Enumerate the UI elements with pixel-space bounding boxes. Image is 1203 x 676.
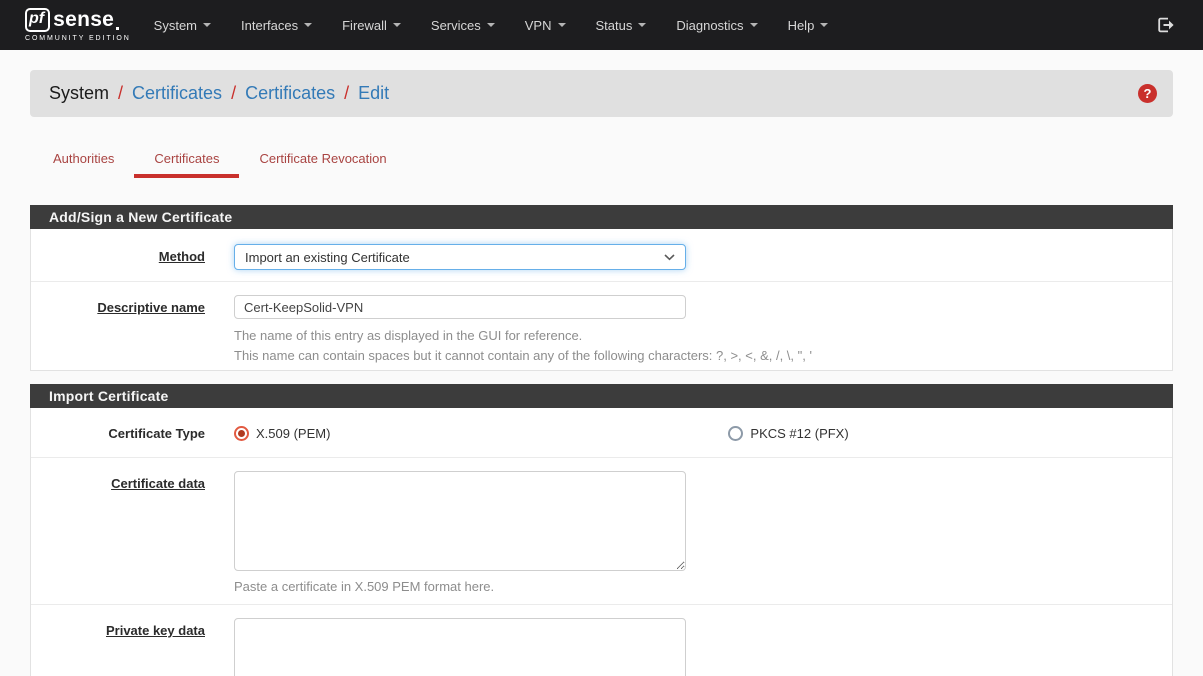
nav-item-label: System [154, 18, 197, 33]
nav-item-status[interactable]: Status [581, 0, 662, 50]
nav-item-label: VPN [525, 18, 552, 33]
method-label: Method [159, 249, 205, 264]
descriptive-name-label: Descriptive name [97, 300, 205, 315]
tab-certificate-revocation[interactable]: Certificate Revocation [239, 143, 406, 178]
logo-edition-label: COMMUNITY EDITION [25, 35, 131, 42]
tab-bar: Authorities Certificates Certificate Rev… [30, 143, 1173, 178]
nav-item-label: Diagnostics [676, 18, 743, 33]
section-title: Add/Sign a New Certificate [30, 205, 1173, 229]
chevron-down-icon [487, 23, 495, 27]
radio-unchecked-icon [728, 426, 743, 441]
chevron-down-icon [820, 23, 828, 27]
form-row-certificate-type: Certificate Type X.509 (PEM) PKCS #12 (P… [31, 408, 1172, 458]
nav-item-label: Interfaces [241, 18, 298, 33]
nav-item-diagnostics[interactable]: Diagnostics [661, 0, 772, 50]
certificate-data-textarea[interactable] [234, 471, 686, 571]
nav-item-firewall[interactable]: Firewall [327, 0, 416, 50]
descriptive-name-input[interactable] [234, 295, 686, 319]
nav-item-label: Firewall [342, 18, 387, 33]
chevron-down-icon [304, 23, 312, 27]
breadcrumb-link-certificates[interactable]: Certificates [132, 83, 222, 104]
chevron-down-icon [664, 254, 675, 261]
form-row-private-key-data: Private key data [31, 605, 1172, 676]
nav-item-system[interactable]: System [139, 0, 226, 50]
tab-certificates[interactable]: Certificates [134, 143, 239, 178]
form-row-descriptive-name: Descriptive name The name of this entry … [31, 282, 1172, 370]
chevron-down-icon [393, 23, 401, 27]
breadcrumb-separator: / [118, 83, 123, 104]
panel-add-sign-certificate: Add/Sign a New Certificate Method Import… [30, 205, 1173, 371]
top-navbar: pfsense COMMUNITY EDITION System Interfa… [0, 0, 1203, 50]
nav-item-label: Services [431, 18, 481, 33]
nav-item-services[interactable]: Services [416, 0, 510, 50]
nav-item-help[interactable]: Help [773, 0, 844, 50]
nav-item-label: Help [788, 18, 815, 33]
certificate-type-label: Certificate Type [108, 426, 205, 441]
descriptive-name-help-2: This name can contain spaces but it cann… [234, 346, 1157, 366]
private-key-data-textarea[interactable] [234, 618, 686, 676]
section-title: Import Certificate [30, 384, 1173, 408]
logo-sense: sense [53, 9, 114, 30]
chevron-down-icon [558, 23, 566, 27]
private-key-data-label: Private key data [106, 623, 205, 638]
nav-item-vpn[interactable]: VPN [510, 0, 581, 50]
form-row-certificate-data: Certificate data Paste a certificate in … [31, 458, 1172, 605]
radio-label: X.509 (PEM) [256, 426, 330, 441]
radio-label: PKCS #12 (PFX) [750, 426, 848, 441]
method-select-value: Import an existing Certificate [245, 250, 410, 265]
breadcrumb-separator: / [344, 83, 349, 104]
pfsense-logo[interactable]: pfsense COMMUNITY EDITION [25, 8, 131, 42]
radio-option-x509-pem[interactable]: X.509 (PEM) [234, 426, 330, 441]
breadcrumb-separator: / [231, 83, 236, 104]
tab-authorities[interactable]: Authorities [33, 143, 134, 178]
form-row-method: Method Import an existing Certificate [31, 229, 1172, 282]
radio-option-pkcs12-pfx[interactable]: PKCS #12 (PFX) [728, 426, 848, 441]
certificate-data-help: Paste a certificate in X.509 PEM format … [234, 579, 1157, 594]
logo-pf: pf [25, 8, 50, 32]
chevron-down-icon [203, 23, 211, 27]
breadcrumb-link-certificates-2[interactable]: Certificates [245, 83, 335, 104]
descriptive-name-help-1: The name of this entry as displayed in t… [234, 326, 1157, 346]
chevron-down-icon [750, 23, 758, 27]
panel-import-certificate: Import Certificate Certificate Type X.50… [30, 384, 1173, 676]
radio-checked-icon [234, 426, 249, 441]
breadcrumb-link-edit[interactable]: Edit [358, 83, 389, 104]
chevron-down-icon [638, 23, 646, 27]
method-select[interactable]: Import an existing Certificate [234, 244, 686, 270]
logout-icon[interactable] [1157, 17, 1175, 33]
breadcrumb-root: System [49, 83, 109, 104]
breadcrumb: System / Certificates / Certificates / E… [30, 70, 1173, 117]
help-icon[interactable]: ? [1138, 84, 1157, 103]
logo-trademark-dot [116, 27, 119, 30]
certificate-data-label: Certificate data [111, 476, 205, 491]
main-menu: System Interfaces Firewall Services VPN … [139, 0, 844, 50]
nav-item-label: Status [596, 18, 633, 33]
nav-item-interfaces[interactable]: Interfaces [226, 0, 327, 50]
